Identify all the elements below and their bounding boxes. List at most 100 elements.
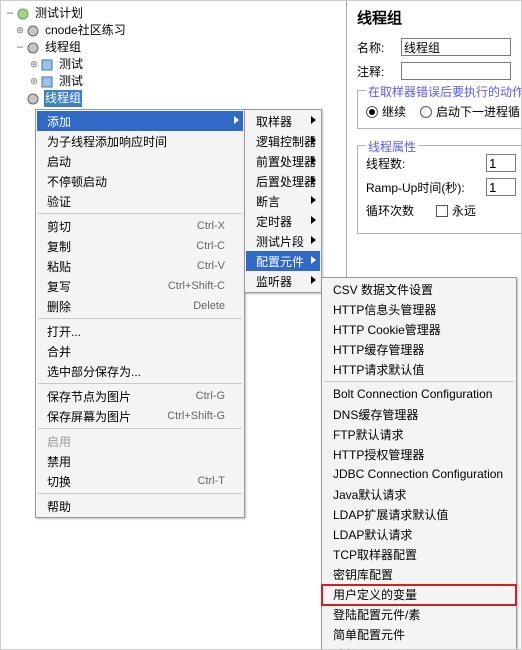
- submenu-timer[interactable]: 定时器: [246, 211, 320, 231]
- threads-label: 线程数:: [366, 155, 486, 172]
- collapse-icon[interactable]: ⊕: [15, 22, 25, 39]
- menu-add-time[interactable]: 为子线程添加响应时间: [37, 131, 243, 151]
- menu-disable[interactable]: 禁用: [37, 451, 243, 471]
- forever-checkbox[interactable]: [436, 205, 448, 217]
- leaf-icon: [15, 90, 25, 107]
- sampler-icon: [39, 57, 55, 73]
- collapse-icon[interactable]: −: [5, 5, 15, 22]
- submenu-arrow-icon: [311, 256, 316, 264]
- name-label: 名称:: [357, 39, 401, 56]
- menu-separator: [38, 213, 242, 214]
- menu-separator: [38, 428, 242, 429]
- submenu-config-elements[interactable]: CSV 数据文件设置 HTTP信息头管理器 HTTP Cookie管理器 HTT…: [321, 277, 517, 650]
- forever-label: 永远: [452, 202, 476, 219]
- config-http-auth[interactable]: HTTP授权管理器: [323, 444, 515, 464]
- config-login[interactable]: 登陆配置元件/素: [323, 604, 515, 624]
- menu-merge[interactable]: 合并: [37, 341, 243, 361]
- menu-help[interactable]: 帮助: [37, 496, 243, 516]
- submenu-listener[interactable]: 监听器: [246, 271, 320, 291]
- loop-label: 循环次数: [366, 202, 436, 219]
- ramp-input[interactable]: [486, 178, 516, 196]
- menu-open[interactable]: 打开...: [37, 321, 243, 341]
- menu-start-nopause[interactable]: 不停顿启动: [37, 171, 243, 191]
- radio-next[interactable]: [420, 106, 432, 118]
- submenu-arrow-icon: [311, 216, 316, 224]
- submenu-add[interactable]: 取样器 逻辑控制器 前置处理器 后置处理器 断言 定时器 测试片段 配置元件 监…: [244, 109, 322, 293]
- leaf-icon: ⊕: [29, 73, 39, 90]
- tree-label: 测试: [58, 73, 84, 90]
- sampler-icon: [39, 74, 55, 90]
- tree-label: 线程组: [44, 39, 82, 56]
- thread-props-fieldset: 线程属性 线程数: Ramp-Up时间(秒): 循环次数 永远: [357, 145, 522, 234]
- name-input[interactable]: [401, 38, 511, 56]
- submenu-arrow-icon: [311, 196, 316, 204]
- menu-separator: [38, 493, 242, 494]
- config-http-default[interactable]: HTTP请求默认值: [323, 359, 515, 379]
- menu-save-screen-image[interactable]: 保存屏幕为图片Ctrl+Shift-G: [37, 406, 243, 426]
- config-java[interactable]: Java默认请求: [323, 484, 515, 504]
- leaf-icon: ⊕: [29, 56, 39, 73]
- radio-continue-label: 继续: [382, 103, 406, 120]
- tree-label: 测试计划: [34, 5, 84, 22]
- radio-next-label: 启动下一进程循: [436, 103, 520, 120]
- comment-label: 注释:: [357, 63, 401, 80]
- tree-node-cnode[interactable]: ⊕ cnode社区练习: [5, 22, 341, 39]
- submenu-assert[interactable]: 断言: [246, 191, 320, 211]
- config-ldap-ext[interactable]: LDAP扩展请求默认值: [323, 504, 515, 524]
- menu-start[interactable]: 启动: [37, 151, 243, 171]
- config-user-variables[interactable]: 用户定义的变量: [323, 584, 515, 604]
- threads-input[interactable]: [486, 154, 516, 172]
- error-action-fieldset: 在取样器错误后要执行的动作 继续 启动下一进程循: [357, 90, 522, 129]
- config-ldap[interactable]: LDAP默认请求: [323, 524, 515, 544]
- tree-node-group[interactable]: − 线程组: [5, 39, 341, 56]
- tree-node-test2[interactable]: ⊕ 测试: [5, 73, 341, 90]
- context-menu[interactable]: 添加 为子线程添加响应时间 启动 不停顿启动 验证 剪切Ctrl-X 复制Ctr…: [35, 109, 245, 518]
- menu-copy[interactable]: 复制Ctrl-C: [37, 236, 243, 256]
- submenu-pre[interactable]: 前置处理器: [246, 151, 320, 171]
- submenu-arrow-icon: [234, 116, 239, 124]
- config-simple[interactable]: 简单配置元件: [323, 624, 515, 644]
- config-http-header[interactable]: HTTP信息头管理器: [323, 299, 515, 319]
- error-legend: 在取样器错误后要执行的动作: [366, 83, 522, 100]
- menu-add[interactable]: 添加: [37, 111, 243, 131]
- tree-root[interactable]: − 测试计划: [5, 5, 341, 22]
- submenu-sampler[interactable]: 取样器: [246, 111, 320, 131]
- config-jdbc[interactable]: JDBC Connection Configuration: [323, 464, 515, 484]
- menu-validate[interactable]: 验证: [37, 191, 243, 211]
- radio-continue[interactable]: [366, 106, 378, 118]
- props-legend: 线程属性: [366, 138, 418, 155]
- menu-save-selection[interactable]: 选中部分保存为...: [37, 361, 243, 381]
- menu-toggle[interactable]: 切换Ctrl-T: [37, 471, 243, 491]
- config-bolt[interactable]: Bolt Connection Configuration: [323, 384, 515, 404]
- menu-separator: [38, 318, 242, 319]
- config-csv[interactable]: CSV 数据文件设置: [323, 279, 515, 299]
- submenu-fragment[interactable]: 测试片段: [246, 231, 320, 251]
- config-tcp[interactable]: TCP取样器配置: [323, 544, 515, 564]
- config-keystore[interactable]: 密钥库配置: [323, 564, 515, 584]
- menu-delete[interactable]: 删除Delete: [37, 296, 243, 316]
- config-http-cache[interactable]: HTTP缓存管理器: [323, 339, 515, 359]
- config-counter[interactable]: 计数器: [323, 644, 515, 650]
- ramp-label: Ramp-Up时间(秒):: [366, 179, 486, 196]
- menu-duplicate[interactable]: 复写Ctrl+Shift-C: [37, 276, 243, 296]
- menu-cut[interactable]: 剪切Ctrl-X: [37, 216, 243, 236]
- tree-node-test1[interactable]: ⊕ 测试: [5, 56, 341, 73]
- group-icon: [25, 23, 41, 39]
- submenu-arrow-icon: [311, 276, 316, 284]
- collapse-icon[interactable]: −: [15, 39, 25, 56]
- comment-input[interactable]: [401, 62, 511, 80]
- menu-paste[interactable]: 粘贴Ctrl-V: [37, 256, 243, 276]
- submenu-post[interactable]: 后置处理器: [246, 171, 320, 191]
- tree-node-group-selected[interactable]: 线程组: [5, 90, 341, 107]
- submenu-arrow-icon: [311, 116, 316, 124]
- config-http-cookie[interactable]: HTTP Cookie管理器: [323, 319, 515, 339]
- submenu-logic[interactable]: 逻辑控制器: [246, 131, 320, 151]
- submenu-arrow-icon: [311, 136, 316, 144]
- config-dns[interactable]: DNS缓存管理器: [323, 404, 515, 424]
- menu-save-node-image[interactable]: 保存节点为图片Ctrl-G: [37, 386, 243, 406]
- config-ftp[interactable]: FTP默认请求: [323, 424, 515, 444]
- tree-label: cnode社区练习: [44, 22, 127, 39]
- submenu-config[interactable]: 配置元件: [246, 251, 320, 271]
- flask-icon: [15, 6, 31, 22]
- menu-enable[interactable]: 启用: [37, 431, 243, 451]
